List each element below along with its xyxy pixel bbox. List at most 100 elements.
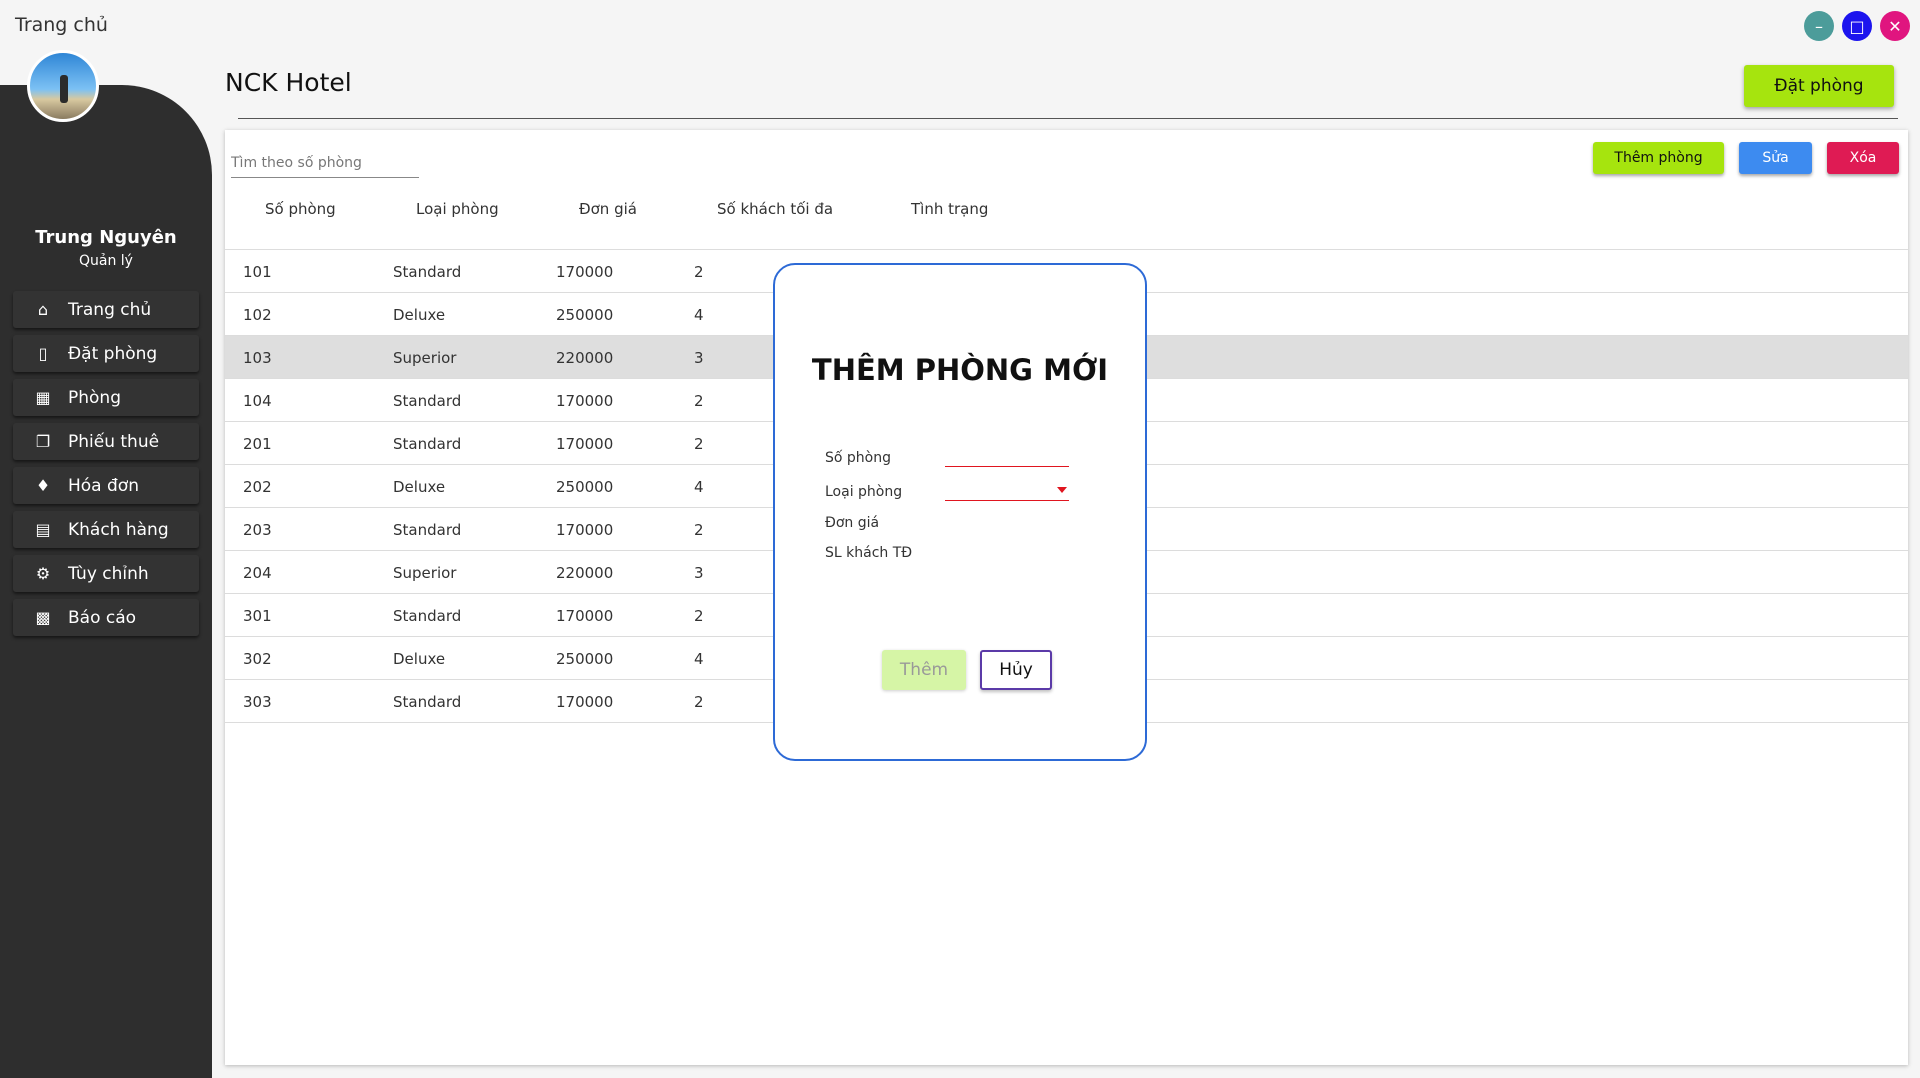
search-box (231, 152, 419, 178)
clipboard-icon: ❐ (35, 432, 51, 451)
cancel-button[interactable]: Hủy (980, 650, 1052, 690)
dialog-title: THÊM PHÒNG MỚI (811, 353, 1109, 387)
price-label: Đơn giá (825, 515, 880, 531)
cell-max-guests: 4 (694, 478, 704, 496)
room-number-input[interactable] (945, 445, 1069, 466)
column-header-max-guests[interactable]: Số khách tối đa (717, 200, 833, 218)
bar-chart-icon: ▩ (35, 608, 51, 627)
cell-room-number: 203 (243, 521, 272, 539)
phone-icon: ▯ (38, 344, 48, 363)
cell-room-number: 302 (243, 650, 272, 668)
cell-price: 170000 (556, 263, 614, 281)
cell-max-guests: 4 (694, 650, 704, 668)
book-room-button[interactable]: Đặt phòng (1744, 65, 1894, 107)
column-header-room-type[interactable]: Loại phòng (416, 200, 499, 218)
add-room-button[interactable]: Thêm phòng (1593, 142, 1724, 174)
maximize-icon: □ (1849, 16, 1865, 36)
cell-max-guests: 2 (694, 263, 704, 281)
close-icon: ✕ (1888, 16, 1902, 36)
cell-room-number: 201 (243, 435, 272, 453)
cell-room-type: Standard (393, 392, 462, 410)
sidebar-item-booking[interactable]: ▯ Đặt phòng (13, 335, 199, 372)
sidebar-item-label: Hóa đơn (68, 475, 139, 496)
sidebar-item-label: Phiếu thuê (68, 431, 160, 452)
minimize-icon: – (1815, 16, 1823, 36)
cell-room-type: Standard (393, 607, 462, 625)
cell-max-guests: 3 (694, 564, 704, 582)
home-icon: ⌂ (37, 300, 49, 319)
cell-room-type: Standard (393, 263, 462, 281)
sidebar-item-invoices[interactable]: ♦ Hóa đơn (13, 467, 199, 504)
max-guests-label: SL khách TĐ (825, 545, 913, 561)
cell-room-number: 103 (243, 349, 272, 367)
cell-price: 170000 (556, 693, 614, 711)
cell-max-guests: 2 (694, 607, 704, 625)
sidebar-item-label: Phòng (68, 387, 121, 408)
close-button[interactable]: ✕ (1880, 11, 1910, 41)
edit-room-button[interactable]: Sửa (1739, 142, 1812, 174)
window-controls: – □ ✕ (1804, 11, 1910, 41)
table-header: Số phòng Loại phòng Đơn giá Số khách tối… (225, 200, 1908, 250)
search-input[interactable] (231, 155, 419, 171)
header-divider (238, 118, 1898, 119)
sidebar: Trung Nguyên Quản lý ⌂ Trang chủ ▯ Đặt p… (0, 85, 212, 1078)
minimize-button[interactable]: – (1804, 11, 1834, 41)
building-icon: ▦ (35, 388, 51, 407)
cell-price: 250000 (556, 478, 614, 496)
cell-price: 220000 (556, 349, 614, 367)
cell-room-number: 202 (243, 478, 272, 496)
cell-room-type: Standard (393, 521, 462, 539)
room-type-select[interactable] (945, 479, 1069, 501)
cell-room-type: Deluxe (393, 306, 446, 324)
column-header-status[interactable]: Tình trạng (911, 200, 988, 218)
cell-room-type: Standard (393, 435, 462, 453)
page-title: NCK Hotel (225, 68, 352, 97)
cell-price: 170000 (556, 392, 614, 410)
sidebar-item-home[interactable]: ⌂ Trang chủ (13, 291, 199, 328)
cell-room-type: Deluxe (393, 650, 446, 668)
cell-room-type: Superior (393, 349, 457, 367)
cell-price: 250000 (556, 650, 614, 668)
sidebar-item-reports[interactable]: ▩ Báo cáo (13, 599, 199, 636)
cell-room-number: 301 (243, 607, 272, 625)
cell-room-number: 204 (243, 564, 272, 582)
cell-room-number: 102 (243, 306, 272, 324)
add-room-dialog: THÊM PHÒNG MỚI Số phòng Loại phòng Đơn g… (773, 263, 1147, 761)
sidebar-item-rental-slips[interactable]: ❐ Phiếu thuê (13, 423, 199, 460)
cell-room-type: Superior (393, 564, 457, 582)
cell-room-number: 101 (243, 263, 272, 281)
cell-price: 250000 (556, 306, 614, 324)
delete-room-button[interactable]: Xóa (1827, 142, 1899, 174)
cell-max-guests: 2 (694, 521, 704, 539)
cell-max-guests: 2 (694, 693, 704, 711)
sidebar-item-settings[interactable]: ⚙ Tùy chỉnh (13, 555, 199, 592)
cell-max-guests: 2 (694, 435, 704, 453)
cell-room-number: 303 (243, 693, 272, 711)
sidebar-item-rooms[interactable]: ▦ Phòng (13, 379, 199, 416)
sidebar-item-customers[interactable]: ▤ Khách hàng (13, 511, 199, 548)
window-title: Trang chủ (15, 14, 108, 36)
column-header-price[interactable]: Đơn giá (579, 200, 637, 218)
cell-max-guests: 3 (694, 349, 704, 367)
cell-room-type: Deluxe (393, 478, 446, 496)
cell-price: 220000 (556, 564, 614, 582)
cell-max-guests: 2 (694, 392, 704, 410)
confirm-add-button[interactable]: Thêm (882, 650, 966, 690)
room-number-field[interactable] (945, 445, 1069, 467)
maximize-button[interactable]: □ (1842, 11, 1872, 41)
cards-icon: ♦ (35, 476, 51, 495)
room-type-label: Loại phòng (825, 484, 903, 500)
user-name: Trung Nguyên (35, 227, 177, 248)
sidebar-item-label: Khách hàng (68, 519, 169, 540)
id-card-icon: ▤ (35, 520, 51, 539)
column-header-room-number[interactable]: Số phòng (265, 200, 336, 218)
avatar[interactable] (27, 50, 99, 122)
gear-icon: ⚙ (35, 564, 51, 583)
room-number-label: Số phòng (825, 450, 891, 466)
cell-room-number: 104 (243, 392, 272, 410)
cell-max-guests: 4 (694, 306, 704, 324)
sidebar-menu: ⌂ Trang chủ ▯ Đặt phòng ▦ Phòng ❐ Phiếu … (13, 291, 199, 643)
sidebar-item-label: Báo cáo (68, 607, 137, 628)
user-role: Quản lý (79, 253, 133, 269)
cell-price: 170000 (556, 607, 614, 625)
